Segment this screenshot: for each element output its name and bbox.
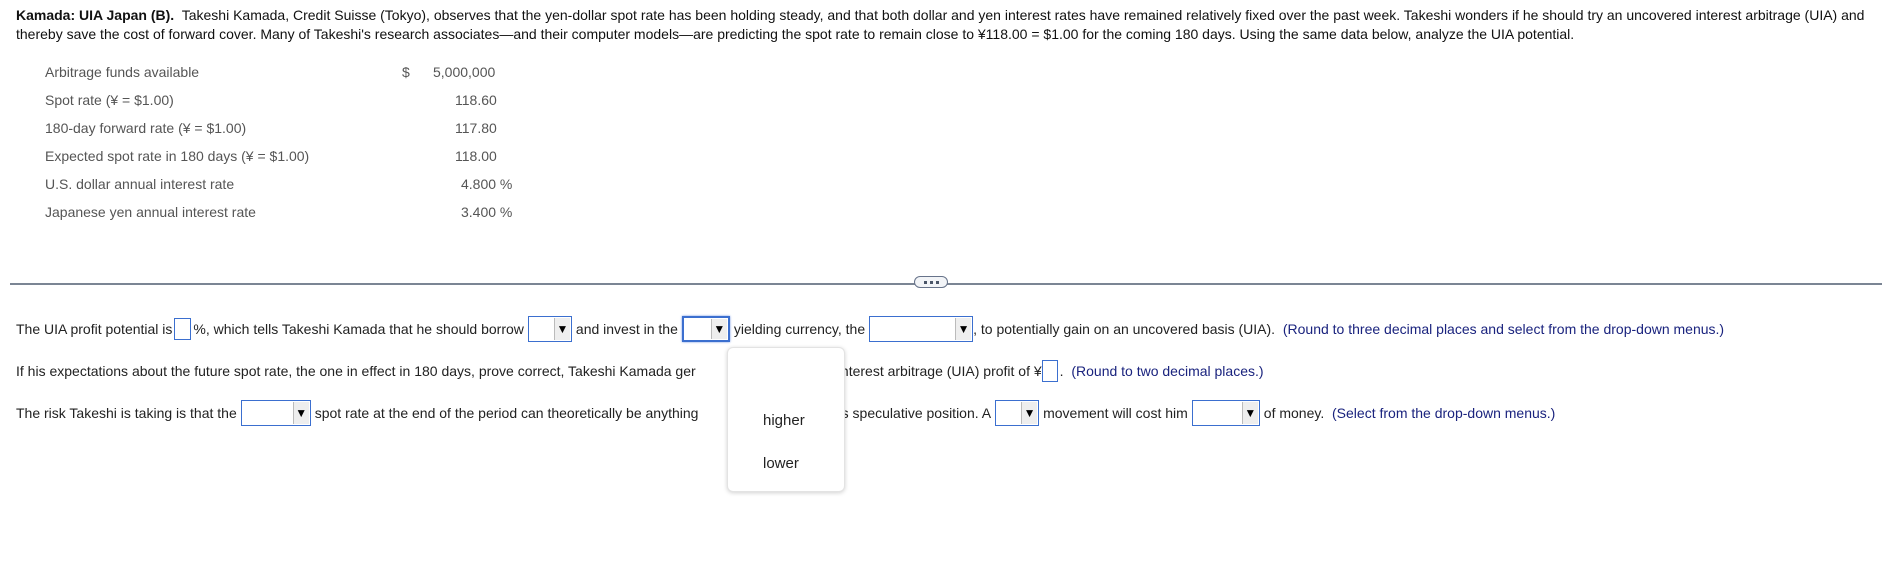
q3-text: The risk Takeshi is taking is that the — [16, 405, 237, 421]
problem-statement: Kamada: UIA Japan (B). Takeshi Kamada, C… — [16, 6, 1866, 44]
invest-yield-select[interactable]: ▼ — [681, 316, 730, 342]
row-label: 180-day forward rate (¥ = $1.00) — [45, 120, 247, 136]
chevron-down-icon: ▼ — [1021, 402, 1038, 424]
yen-symbol: ¥ — [1033, 363, 1042, 379]
q3-hint: (Select from the drop-down menus.) — [1332, 405, 1556, 421]
q1-text: yielding currency, the — [733, 321, 866, 337]
problem-text: Takeshi Kamada, Credit Suisse (Tokyo), o… — [16, 7, 1865, 42]
invest-currency-select[interactable]: ▼ — [869, 316, 974, 342]
uia-profit-yen-input[interactable] — [1041, 360, 1058, 382]
q3-text: of money. — [1263, 405, 1325, 421]
q1-text: %, which tells Takeshi Kamada that he sh… — [193, 321, 524, 337]
row-value: 118.60 — [455, 92, 497, 108]
q1-text: and invest in the — [575, 321, 678, 337]
q3-text: spot rate at the end of the period can t… — [314, 405, 699, 421]
uia-profit-potential-input[interactable] — [174, 318, 192, 340]
chevron-down-icon: ▼ — [955, 318, 972, 340]
dropdown-option-lower[interactable]: lower — [763, 455, 799, 472]
q1-hint: (Round to three decimal places and selec… — [1282, 321, 1725, 337]
q2-text: red interest arbitrage (UIA) profit of — [813, 363, 1030, 379]
dropdown-option-higher[interactable]: higher — [763, 412, 805, 429]
spot-rate-select[interactable]: ▼ — [240, 400, 311, 426]
q2-text: If his expectations about the future spo… — [16, 363, 696, 379]
problem-title: Kamada: UIA Japan (B). — [16, 7, 175, 23]
dropdown-option-blank[interactable] — [728, 356, 844, 386]
row-label: U.S. dollar annual interest rate — [45, 176, 235, 192]
q3-text: movement will cost him — [1043, 405, 1188, 421]
q1-text: , to potentially gain on an uncovered ba… — [973, 321, 1276, 337]
row-value: 4.800 % — [461, 176, 513, 192]
chevron-down-icon: ▼ — [292, 402, 309, 424]
q1-text: The UIA profit potential is — [16, 321, 173, 337]
row-label: Expected spot rate in 180 days (¥ = $1.0… — [45, 148, 310, 164]
chevron-down-icon: ▼ — [710, 319, 727, 339]
question-1: The UIA profit potential is %, which tel… — [16, 316, 1724, 342]
cost-amount-select[interactable]: ▼ — [1191, 400, 1260, 426]
q2-text: . — [1059, 363, 1064, 379]
q2-hint: (Round to two decimal places.) — [1071, 363, 1264, 379]
borrow-currency-select[interactable]: ▼ — [527, 316, 572, 342]
movement-direction-select[interactable]: ▼ — [995, 400, 1040, 426]
more-horizontal-icon[interactable] — [914, 276, 948, 288]
row-value: 3.400 % — [461, 204, 513, 220]
chevron-down-icon: ▼ — [553, 318, 570, 340]
row-label: Japanese yen annual interest rate — [45, 204, 256, 220]
row-value: 117.80 — [455, 120, 497, 136]
row-value: 5,000,000 — [433, 64, 496, 80]
question-2: If his expectations about the future spo… — [16, 358, 1264, 384]
row-currency: $ — [402, 64, 410, 80]
dropdown-menu: higher lower — [727, 347, 845, 492]
row-label: Arbitrage funds available — [45, 64, 200, 80]
row-value: 118.00 — [455, 148, 497, 164]
chevron-down-icon: ▼ — [1241, 402, 1258, 424]
row-label: Spot rate (¥ = $1.00) — [45, 92, 174, 108]
